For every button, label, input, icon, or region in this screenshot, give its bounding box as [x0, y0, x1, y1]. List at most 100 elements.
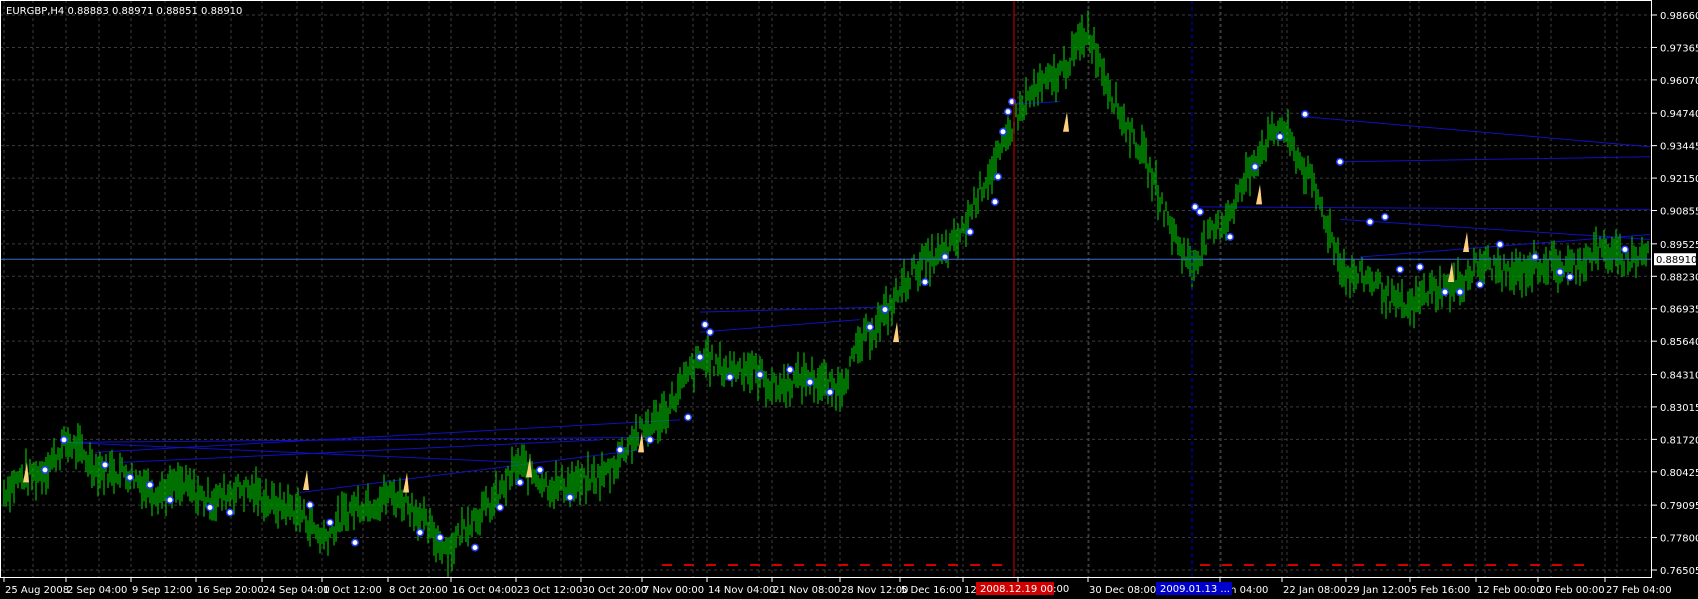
signal-marker	[1381, 212, 1389, 221]
signal-marker	[1336, 157, 1344, 166]
time-tick-label: 14 Nov 04:00	[708, 585, 775, 596]
signal-marker	[1416, 263, 1424, 271]
price-tick-label: 0.98660	[1660, 11, 1698, 22]
signal-marker	[991, 197, 999, 206]
signal-marker	[496, 503, 504, 512]
time-tick-label: 5 Dec 16:00	[901, 585, 962, 596]
time-tick-label: 24 Sep 04:00	[263, 585, 330, 596]
signal-marker	[806, 378, 814, 387]
signal-marker	[706, 328, 714, 337]
signal-marker	[684, 413, 692, 422]
signal-marker	[1251, 162, 1259, 171]
time-tick-label: 5 Feb 16:00	[1411, 585, 1470, 596]
signal-marker	[436, 533, 444, 542]
time-tick-label: 28 Nov 12:00	[841, 585, 908, 596]
signal-marker	[881, 305, 889, 314]
price-tick-label: 0.83015	[1660, 403, 1698, 414]
time-tick-label: 2 Sep 04:00	[67, 585, 127, 596]
price-tick-label: 0.86935	[1660, 305, 1698, 316]
price-tick-label: 0.84310	[1660, 370, 1698, 381]
signal-marker	[146, 481, 154, 489]
signal-marker	[1556, 268, 1564, 276]
price-tick-label: 0.89525	[1660, 240, 1698, 251]
signal-marker	[616, 445, 624, 454]
signal-marker	[1226, 232, 1234, 241]
price-tick-label: 0.88230	[1660, 272, 1698, 283]
signal-marker	[60, 435, 68, 444]
signal-marker	[566, 493, 574, 502]
time-tick-label: 27 Feb 04:00	[1606, 585, 1672, 596]
time-tick-label: 25 Aug 2008	[5, 585, 69, 596]
signal-marker	[921, 278, 929, 286]
price-tick-label: 0.90855	[1660, 207, 1698, 218]
time-tick-label: 9 Sep 12:00	[132, 585, 192, 596]
current-price-label: 0.88910	[1656, 255, 1697, 266]
price-tick-label: 0.96070	[1660, 76, 1698, 87]
signal-marker	[536, 465, 544, 474]
signal-marker	[1456, 288, 1464, 297]
time-tick-label: 12	[964, 585, 977, 596]
price-tick-label: 0.77800	[1660, 534, 1698, 545]
blue-marker-label: 2009.01.13 ...	[1160, 584, 1230, 595]
time-tick-label: 8 Oct 20:00	[389, 585, 448, 596]
signal-marker	[1301, 110, 1309, 119]
time-tick-label: 12 Feb 00:00	[1477, 585, 1543, 596]
signal-marker	[1621, 245, 1629, 254]
signal-marker	[516, 478, 524, 487]
signal-marker	[1396, 265, 1404, 274]
signal-marker	[994, 172, 1002, 181]
time-tick-label: 30 Dec 08:00	[1089, 585, 1156, 596]
signal-marker	[786, 365, 794, 374]
signal-marker	[471, 543, 479, 552]
signal-marker	[756, 370, 764, 379]
price-tick-label: 0.93445	[1660, 142, 1698, 153]
signal-marker	[166, 496, 174, 504]
signal-marker	[416, 528, 424, 537]
signal-marker	[226, 508, 234, 517]
signal-marker	[1476, 280, 1484, 289]
red-marker-label: 2008.12.19 00:00	[980, 584, 1069, 595]
signal-marker	[1496, 240, 1504, 249]
time-tick-label: 23 Oct 12:00	[517, 585, 582, 596]
signal-marker	[646, 435, 654, 444]
price-tick-label: 0.97365	[1660, 43, 1698, 54]
signal-marker	[1004, 107, 1012, 116]
time-tick-label: 29 Jan 12:00	[1347, 585, 1410, 596]
signal-marker	[306, 501, 314, 509]
time-tick-label: 21 Nov 08:00	[773, 585, 840, 596]
signal-marker	[1196, 207, 1204, 216]
signal-marker	[826, 388, 834, 397]
price-tick-label: 0.92150	[1660, 174, 1698, 185]
signal-marker	[726, 373, 734, 382]
price-tick-label: 0.94740	[1660, 109, 1698, 120]
time-tick-label: 7 Nov 00:00	[643, 585, 704, 596]
signal-marker	[701, 320, 709, 329]
signal-marker	[206, 503, 214, 512]
signal-marker	[126, 473, 134, 482]
chart-header-text: EURGBP,H4 0.88883 0.88971 0.88851 0.8891…	[6, 6, 242, 17]
signal-marker	[1566, 273, 1574, 281]
signal-marker	[326, 518, 334, 527]
time-tick-label: 22 Jan 08:00	[1283, 585, 1346, 596]
price-tick-label: 0.79095	[1660, 501, 1698, 512]
time-tick-label: 16 Sep 20:00	[197, 585, 264, 596]
price-tick-label: 0.80425	[1660, 468, 1698, 479]
signal-marker	[351, 538, 359, 547]
time-tick-label: 20 Feb 00:00	[1539, 585, 1605, 596]
signal-marker	[41, 465, 49, 474]
signal-marker	[966, 227, 974, 236]
time-tick-label: 30 Oct 20:00	[582, 585, 647, 596]
price-chart[interactable]: 0.98660 0.97365 0.96070 0.94740 0.93445 0.921…	[0, 0, 1698, 599]
price-tick-label: 0.85640	[1660, 337, 1698, 348]
signal-marker	[999, 127, 1007, 136]
signal-marker	[1276, 132, 1284, 141]
price-tick-label: 0.81720	[1660, 435, 1698, 446]
signal-marker	[1441, 288, 1449, 297]
price-tick-label: 0.76505	[1660, 566, 1698, 577]
signal-marker	[866, 323, 874, 332]
signal-marker	[1366, 217, 1374, 226]
time-tick-label: 16 Oct 04:00	[452, 585, 517, 596]
signal-marker	[101, 460, 109, 469]
time-tick-label: 1 Oct 12:00	[323, 585, 382, 596]
signal-marker	[696, 353, 704, 362]
